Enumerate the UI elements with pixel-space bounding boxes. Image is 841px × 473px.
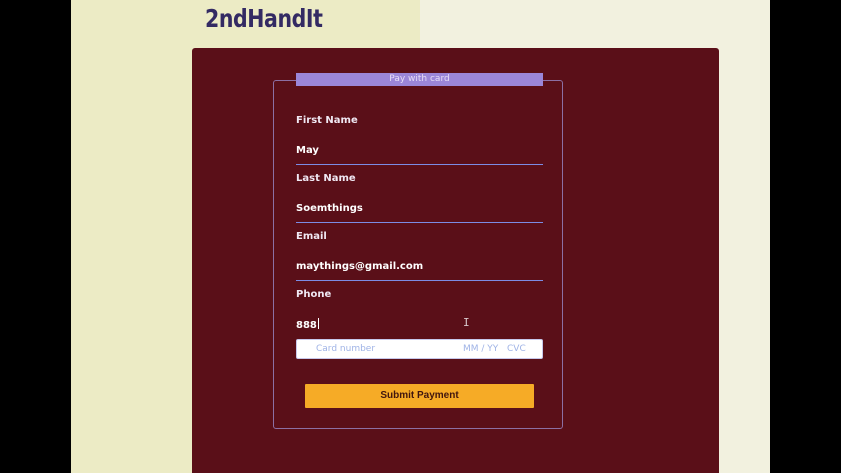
payment-panel: Pay with card First Name May Last Name S… (192, 48, 719, 473)
card-expiry-input[interactable]: MM / YY (463, 344, 498, 354)
first-name-label: First Name (296, 115, 358, 126)
card-cvc-input[interactable]: CVC (507, 344, 526, 354)
email-underline (296, 280, 543, 281)
email-label: Email (296, 231, 327, 242)
submit-payment-button[interactable]: Submit Payment (305, 384, 534, 408)
phone-value: 888 (296, 320, 317, 331)
checkout-page: 2ndHandIt Pay with card First Name May L… (71, 0, 770, 473)
card-number-input[interactable]: Card number (316, 344, 375, 354)
last-name-underline (296, 222, 543, 223)
phone-field[interactable]: 888 (296, 318, 319, 331)
text-caret (317, 318, 319, 329)
email-field[interactable]: maythings@gmail.com (296, 261, 423, 272)
card-element[interactable]: Card number MM / YY CVC (296, 339, 543, 359)
first-name-underline (296, 164, 543, 165)
last-name-field[interactable]: Soemthings (296, 203, 363, 214)
pay-with-card-legend: Pay with card (296, 73, 543, 86)
text-cursor-icon: I (463, 316, 470, 329)
phone-label: Phone (296, 289, 332, 300)
last-name-label: Last Name (296, 173, 356, 184)
app-frame: 2ndHandIt Pay with card First Name May L… (0, 0, 841, 473)
site-logo[interactable]: 2ndHandIt (205, 4, 323, 33)
payment-fieldset (273, 80, 563, 429)
first-name-field[interactable]: May (296, 145, 319, 156)
